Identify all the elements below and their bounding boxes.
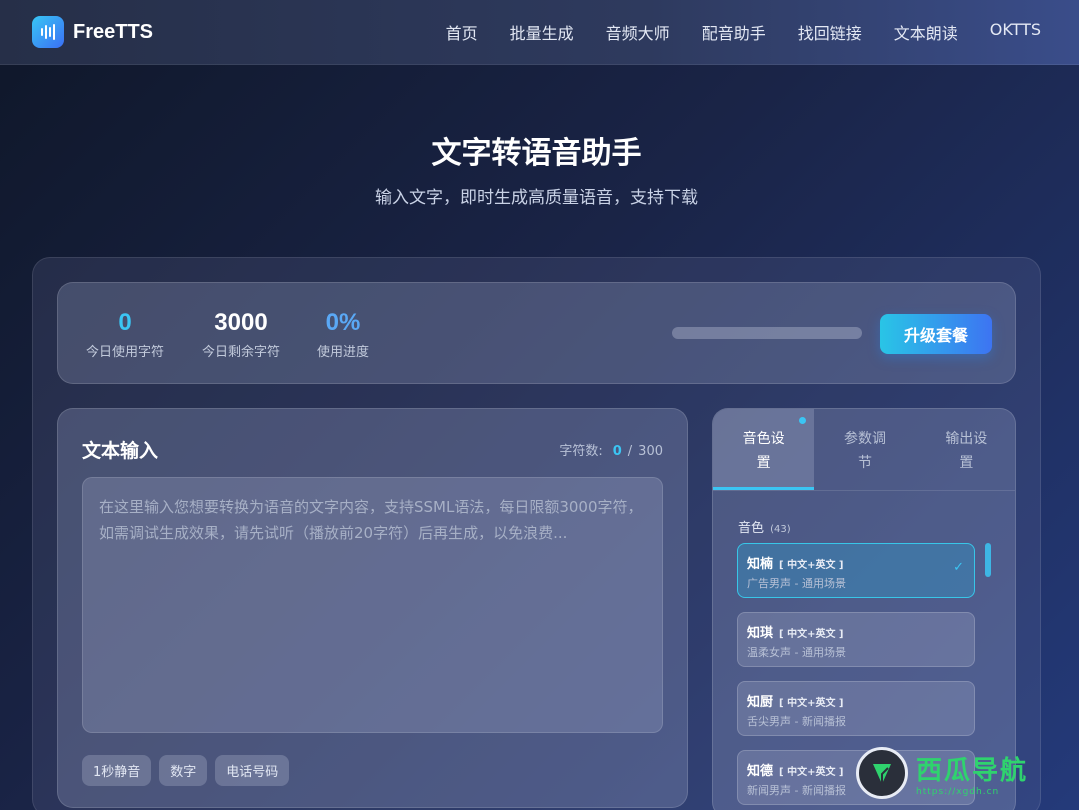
tab-params[interactable]: 参数调节 xyxy=(814,409,915,490)
nav-oktts[interactable]: OKTTS xyxy=(990,20,1041,44)
nav-audio-master[interactable]: 音频大师 xyxy=(606,20,670,44)
nav-read-text[interactable]: 文本朗读 xyxy=(894,20,958,44)
watermelon-logo-icon xyxy=(856,747,908,799)
voice-lang: [ 中文+英文 ] xyxy=(779,560,844,571)
voice-option[interactable]: 知楠 [ 中文+英文 ] 广告男声 - 通用场景 ✓ xyxy=(737,543,975,598)
stat-used-label: 今日使用字符 xyxy=(85,345,164,360)
sound-wave-icon xyxy=(32,16,64,48)
char-counter: 字符数: 0 / 300 xyxy=(559,440,663,459)
voice-desc: 广告男声 - 通用场景 xyxy=(747,577,846,590)
char-count-label: 字符数: xyxy=(559,444,603,459)
page-subtitle: 输入文字，即时生成高质量语音，支持下载 xyxy=(375,188,698,208)
voice-option[interactable]: 知厨 [ 中文+英文 ] 舌尖男声 - 新闻播报 xyxy=(737,681,975,736)
voice-lang: [ 中文+英文 ] xyxy=(779,767,844,778)
watermark: 西瓜导航 https://xgdh.cn xyxy=(856,740,1066,806)
text-input-panel: 文本输入 字符数: 0 / 300 1秒静音 数字 电话号码 xyxy=(57,408,688,808)
insert-number-button[interactable]: 数字 xyxy=(159,755,208,786)
watermark-url: https://xgdh.cn xyxy=(916,786,1000,797)
voice-section-label: 音色 (43) xyxy=(738,517,791,536)
voice-list-scrollbar[interactable] xyxy=(985,543,991,577)
stat-remaining: 3000 今日剩余字符 xyxy=(198,309,284,360)
stat-used: 0 今日使用字符 xyxy=(82,309,168,360)
watermark-text: 西瓜导航 xyxy=(916,755,1029,786)
insert-phone-button[interactable]: 电话号码 xyxy=(215,755,290,786)
usage-stats-bar: 0 今日使用字符 3000 今日剩余字符 0% 使用进度 升级套餐 xyxy=(57,282,1016,384)
char-count-separator: / xyxy=(627,444,633,459)
voice-name: 知厨 xyxy=(747,695,774,710)
nav-batch[interactable]: 批量生成 xyxy=(510,20,574,44)
char-count-current: 0 xyxy=(612,444,622,459)
tab-params-label: 参数调节 xyxy=(843,431,886,471)
nav-home[interactable]: 首页 xyxy=(446,20,478,44)
voice-name: 知琪 xyxy=(747,626,774,641)
page-title: 文字转语音助手 xyxy=(431,136,642,171)
voice-count: (43) xyxy=(770,524,791,535)
voice-label: 音色 xyxy=(738,521,765,536)
tab-output-label: 输出设置 xyxy=(945,431,988,471)
insert-silence-button[interactable]: 1秒静音 xyxy=(82,755,152,786)
char-count-max: 300 xyxy=(638,444,663,459)
voice-lang: [ 中文+英文 ] xyxy=(779,629,844,640)
usage-progress-bar xyxy=(672,327,862,339)
tab-voice-label: 音色设置 xyxy=(742,431,785,471)
nav-dubbing[interactable]: 配音助手 xyxy=(702,20,766,44)
nav-recover-link[interactable]: 找回链接 xyxy=(798,20,862,44)
tab-voice[interactable]: 音色设置 xyxy=(713,409,815,490)
app-name: FreeTTS xyxy=(73,20,154,43)
stat-progress-value: 0% xyxy=(325,309,361,336)
stat-remaining-value: 3000 xyxy=(214,309,268,336)
top-navbar: FreeTTS 首页 批量生成 音频大师 配音助手 找回链接 文本朗读 OKTT… xyxy=(0,0,1079,65)
voice-name: 知德 xyxy=(747,764,774,779)
tab-output[interactable]: 输出设置 xyxy=(916,409,1015,490)
stat-remaining-label: 今日剩余字符 xyxy=(201,345,280,360)
text-input-field[interactable] xyxy=(82,477,663,733)
insert-tags: 1秒静音 数字 电话号码 xyxy=(82,755,290,786)
voice-desc: 舌尖男声 - 新闻播报 xyxy=(747,715,846,728)
active-dot-icon xyxy=(799,417,807,424)
main-nav: 首页 批量生成 音频大师 配音助手 找回链接 文本朗读 OKTTS xyxy=(446,20,1041,44)
stat-progress: 0% 使用进度 xyxy=(314,309,372,360)
voice-lang: [ 中文+英文 ] xyxy=(779,698,844,709)
text-input-title: 文本输入 xyxy=(82,440,159,462)
voice-option[interactable]: 知琪 [ 中文+英文 ] 温柔女声 - 通用场景 xyxy=(737,612,975,667)
upgrade-plan-button[interactable]: 升级套餐 xyxy=(880,314,992,354)
voice-desc: 温柔女声 - 通用场景 xyxy=(747,646,846,659)
settings-tabs: 音色设置 参数调节 输出设置 xyxy=(713,409,1015,491)
logo[interactable]: FreeTTS xyxy=(32,16,153,48)
voice-name: 知楠 xyxy=(747,557,774,572)
check-icon: ✓ xyxy=(953,560,964,575)
stat-used-value: 0 xyxy=(118,309,132,336)
stat-progress-label: 使用进度 xyxy=(316,345,369,360)
